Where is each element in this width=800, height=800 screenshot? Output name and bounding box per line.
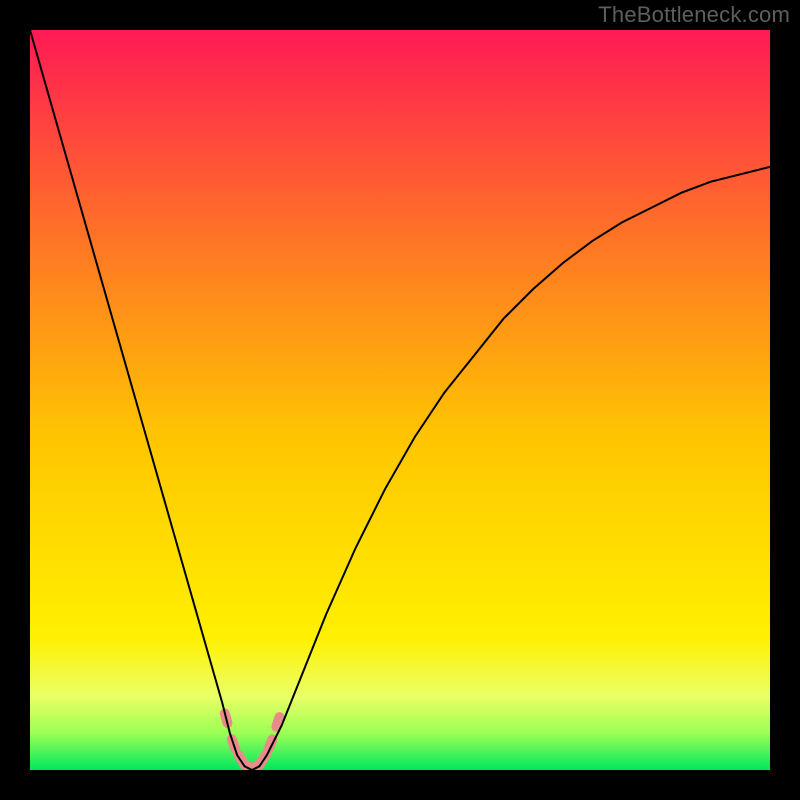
watermark-text: TheBottleneck.com — [598, 2, 790, 28]
chart-container: TheBottleneck.com — [0, 0, 800, 800]
gradient-background — [30, 30, 770, 770]
plot-area — [30, 30, 770, 770]
bottleneck-chart — [30, 30, 770, 770]
